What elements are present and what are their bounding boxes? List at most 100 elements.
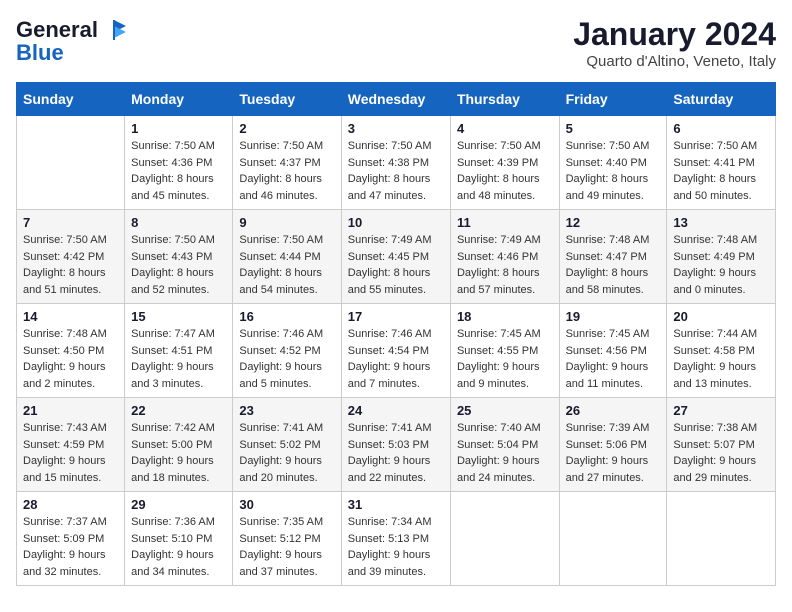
calendar-cell: 27Sunrise: 7:38 AMSunset: 5:07 PMDayligh… — [667, 398, 776, 492]
daylight-text: Daylight: 8 hours — [239, 267, 322, 279]
calendar-cell: 11Sunrise: 7:49 AMSunset: 4:46 PMDayligh… — [450, 210, 559, 304]
daylight-text-2: and 54 minutes. — [239, 284, 317, 296]
daylight-text: Daylight: 9 hours — [239, 455, 322, 467]
day-number: 2 — [239, 121, 334, 136]
calendar-cell: 25Sunrise: 7:40 AMSunset: 5:04 PMDayligh… — [450, 398, 559, 492]
logo: General Blue — [16, 16, 128, 66]
daylight-text: Daylight: 9 hours — [239, 549, 322, 561]
page-header: General Blue January 2024 Quarto d'Altin… — [16, 16, 776, 70]
sunrise-text: Sunrise: 7:44 AM — [673, 328, 757, 340]
calendar-cell: 2Sunrise: 7:50 AMSunset: 4:37 PMDaylight… — [233, 116, 341, 210]
day-number: 29 — [131, 497, 226, 512]
day-number: 6 — [673, 121, 769, 136]
sunrise-text: Sunrise: 7:50 AM — [131, 140, 215, 152]
daylight-text: Daylight: 9 hours — [566, 455, 649, 467]
day-number: 9 — [239, 215, 334, 230]
day-number: 8 — [131, 215, 226, 230]
day-info: Sunrise: 7:42 AMSunset: 5:00 PMDaylight:… — [131, 420, 226, 486]
daylight-text: Daylight: 9 hours — [239, 361, 322, 373]
daylight-text: Daylight: 9 hours — [566, 361, 649, 373]
daylight-text: Daylight: 9 hours — [457, 455, 540, 467]
sunrise-text: Sunrise: 7:46 AM — [348, 328, 432, 340]
day-info: Sunrise: 7:50 AMSunset: 4:36 PMDaylight:… — [131, 138, 226, 204]
calendar-cell: 7Sunrise: 7:50 AMSunset: 4:42 PMDaylight… — [17, 210, 125, 304]
daylight-text-2: and 34 minutes. — [131, 566, 209, 578]
sunrise-text: Sunrise: 7:41 AM — [239, 422, 323, 434]
calendar-cell: 29 Sunrise: 7:36 AMSunset: 5:10 PMDayligh… — [125, 492, 233, 586]
day-number: 23 — [239, 403, 334, 418]
calendar-cell: 8Sunrise: 7:50 AMSunset: 4:43 PMDaylight… — [125, 210, 233, 304]
header-tuesday: Tuesday — [233, 83, 341, 116]
calendar-cell: 23Sunrise: 7:41 AMSunset: 5:02 PMDayligh… — [233, 398, 341, 492]
day-number: 1 — [131, 121, 226, 136]
daylight-text-2: and 48 minutes. — [457, 190, 535, 202]
sunrise-text: Sunrise: 7:50 AM — [239, 234, 323, 246]
day-number: 13 — [673, 215, 769, 230]
sunset-text: Sunset: 5:12 PM — [239, 533, 320, 545]
daylight-text-2: and 5 minutes. — [239, 378, 311, 390]
sunset-text: Sunset: 4:45 PM — [348, 251, 429, 263]
daylight-text-2: and 29 minutes. — [673, 472, 751, 484]
calendar-cell: 18Sunrise: 7:45 AMSunset: 4:55 PMDayligh… — [450, 304, 559, 398]
sunset-text: Sunset: 5:07 PM — [673, 439, 754, 451]
calendar-cell: 6Sunrise: 7:50 AMSunset: 4:41 PMDaylight… — [667, 116, 776, 210]
daylight-text: Daylight: 9 hours — [348, 361, 431, 373]
sunrise-text: Sunrise: 7:42 AM — [131, 422, 215, 434]
sunset-text: Sunset: 4:54 PM — [348, 345, 429, 357]
sunset-text: Sunset: 4:59 PM — [23, 439, 104, 451]
sunrise-text: Sunrise: 7:50 AM — [348, 140, 432, 152]
calendar-week-row: 7Sunrise: 7:50 AMSunset: 4:42 PMDaylight… — [17, 210, 776, 304]
header-saturday: Saturday — [667, 83, 776, 116]
calendar-cell: 12Sunrise: 7:48 AMSunset: 4:47 PMDayligh… — [559, 210, 667, 304]
day-number: 17 — [348, 309, 444, 324]
sunrise-text: Sunrise: 7:37 AM — [23, 516, 107, 528]
calendar-cell: 19Sunrise: 7:45 AMSunset: 4:56 PMDayligh… — [559, 304, 667, 398]
day-number: 24 — [348, 403, 444, 418]
calendar-week-row: 1 Sunrise: 7:50 AMSunset: 4:36 PMDaylight… — [17, 116, 776, 210]
day-info: Sunrise: 7:50 AMSunset: 4:40 PMDaylight:… — [566, 138, 661, 204]
logo-icon — [100, 16, 128, 44]
daylight-text: Daylight: 8 hours — [348, 173, 431, 185]
calendar-cell: 22 Sunrise: 7:42 AMSunset: 5:00 PMDayligh… — [125, 398, 233, 492]
calendar-cell: 15Sunrise: 7:47 AMSunset: 4:51 PMDayligh… — [125, 304, 233, 398]
sunset-text: Sunset: 4:38 PM — [348, 157, 429, 169]
sunset-text: Sunset: 4:52 PM — [239, 345, 320, 357]
daylight-text-2: and 49 minutes. — [566, 190, 644, 202]
sunrise-text: Sunrise: 7:50 AM — [566, 140, 650, 152]
day-number: 10 — [348, 215, 444, 230]
calendar-cell — [667, 492, 776, 586]
day-number: 3 — [348, 121, 444, 136]
daylight-text: Daylight: 8 hours — [566, 173, 649, 185]
sunset-text: Sunset: 4:37 PM — [239, 157, 320, 169]
day-number: 25 — [457, 403, 553, 418]
calendar-header-row: SundayMondayTuesdayWednesdayThursdayFrid… — [17, 83, 776, 116]
location-subtitle: Quarto d'Altino, Veneto, Italy — [573, 53, 776, 70]
sunset-text: Sunset: 4:39 PM — [457, 157, 538, 169]
daylight-text: Daylight: 8 hours — [673, 173, 756, 185]
header-wednesday: Wednesday — [341, 83, 450, 116]
daylight-text-2: and 32 minutes. — [23, 566, 101, 578]
daylight-text: Daylight: 9 hours — [23, 455, 106, 467]
sunrise-text: Sunrise: 7:50 AM — [239, 140, 323, 152]
sunrise-text: Sunrise: 7:45 AM — [457, 328, 541, 340]
daylight-text: Daylight: 9 hours — [131, 549, 214, 561]
sunrise-text: Sunrise: 7:48 AM — [23, 328, 107, 340]
day-info: Sunrise: 7:44 AMSunset: 4:58 PMDaylight:… — [673, 326, 769, 392]
day-info: Sunrise: 7:49 AMSunset: 4:46 PMDaylight:… — [457, 232, 553, 298]
daylight-text: Daylight: 9 hours — [23, 549, 106, 561]
daylight-text: Daylight: 8 hours — [23, 267, 106, 279]
header-friday: Friday — [559, 83, 667, 116]
day-number: 22 — [131, 403, 226, 418]
sunrise-text: Sunrise: 7:48 AM — [673, 234, 757, 246]
daylight-text-2: and 45 minutes. — [131, 190, 209, 202]
calendar-cell: 16Sunrise: 7:46 AMSunset: 4:52 PMDayligh… — [233, 304, 341, 398]
daylight-text: Daylight: 8 hours — [131, 267, 214, 279]
day-info: Sunrise: 7:36 AMSunset: 5:10 PMDaylight:… — [131, 514, 226, 580]
calendar-cell: 21Sunrise: 7:43 AMSunset: 4:59 PMDayligh… — [17, 398, 125, 492]
day-number: 20 — [673, 309, 769, 324]
sunrise-text: Sunrise: 7:43 AM — [23, 422, 107, 434]
day-number: 30 — [239, 497, 334, 512]
day-number: 31 — [348, 497, 444, 512]
day-info: Sunrise: 7:45 AMSunset: 4:56 PMDaylight:… — [566, 326, 661, 392]
daylight-text-2: and 39 minutes. — [348, 566, 426, 578]
